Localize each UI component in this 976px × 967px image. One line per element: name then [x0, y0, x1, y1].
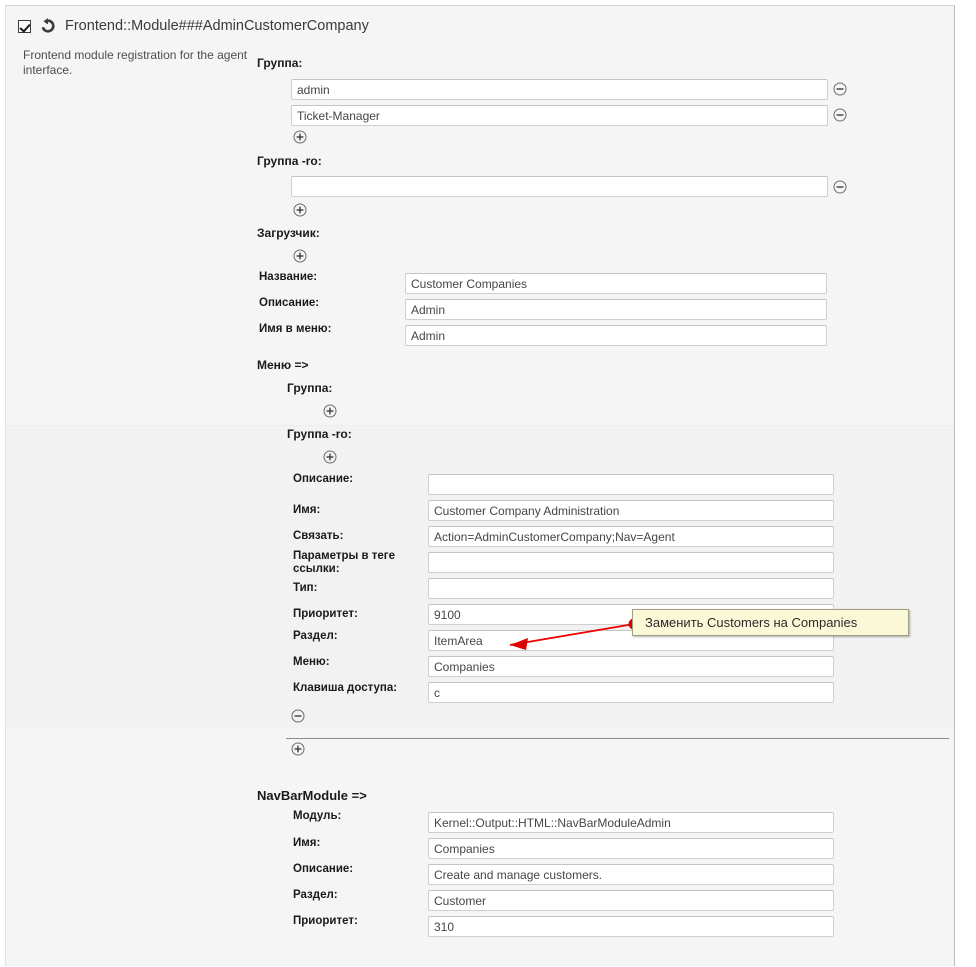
- label-menu-block: Раздел:: [293, 630, 338, 642]
- section-divider: [286, 738, 949, 739]
- field-nav-bar-name[interactable]: [405, 325, 827, 346]
- label-description: Описание:: [259, 297, 320, 309]
- label-menu-description: Описание:: [293, 473, 354, 485]
- field-navbar-name[interactable]: [428, 838, 834, 859]
- label-navbar-name: Имя:: [293, 837, 321, 849]
- remove-group-0-icon[interactable]: [833, 82, 847, 96]
- field-menu-accesskey[interactable]: [428, 682, 834, 703]
- label-menu-type: Тип:: [293, 582, 318, 594]
- label-menu-group-ro: Группа -ro:: [287, 427, 352, 441]
- remove-group-ro-0-icon[interactable]: [833, 180, 847, 194]
- field-description[interactable]: [405, 299, 827, 320]
- group-input-0[interactable]: [291, 79, 828, 100]
- label-menu-link: Связать:: [293, 530, 344, 542]
- settings-panel: Frontend::Module###AdminCustomerCompany …: [5, 5, 955, 966]
- label-menu-group: Группа:: [287, 381, 333, 395]
- remove-group-1-icon[interactable]: [833, 108, 847, 122]
- group-input-1[interactable]: [291, 105, 828, 126]
- label-navbar-description: Описание:: [293, 863, 354, 875]
- module-enabled-checkbox[interactable]: [18, 19, 31, 33]
- group-ro-input-0[interactable]: [291, 176, 828, 197]
- field-menu-nav-bar[interactable]: [428, 656, 834, 677]
- annotation-text: Заменить Customers на Companies: [645, 615, 858, 630]
- label-navbar-block: Раздел:: [293, 889, 338, 901]
- label-group-ro: Группа -ro:: [257, 154, 322, 168]
- label-menu-accesskey: Клавиша доступа:: [293, 682, 398, 694]
- field-navbar-block[interactable]: [428, 890, 834, 911]
- label-menu-prio: Приоритет:: [293, 608, 358, 620]
- add-menu-entry-icon[interactable]: [291, 742, 305, 756]
- field-menu-name[interactable]: [428, 500, 834, 521]
- reset-circular-arrow-icon[interactable]: [40, 18, 56, 34]
- add-menu-group-icon[interactable]: [323, 404, 337, 418]
- module-header: Frontend::Module###AdminCustomerCompany: [18, 18, 369, 34]
- add-loader-icon[interactable]: [293, 249, 307, 263]
- field-title[interactable]: [405, 273, 827, 294]
- field-menu-description[interactable]: [428, 474, 834, 495]
- page-title: Frontend::Module###AdminCustomerCompany: [65, 18, 369, 34]
- label-menu-link-params: Параметры в теге ссылки:: [293, 550, 395, 575]
- label-navbar-prio: Приоритет:: [293, 915, 358, 927]
- label-menu-nav-bar: Меню:: [293, 656, 330, 668]
- add-group-ro-icon[interactable]: [293, 203, 307, 217]
- field-menu-link-params[interactable]: [428, 552, 834, 573]
- field-menu-link[interactable]: [428, 526, 834, 547]
- module-description: Frontend module registration for the age…: [23, 48, 248, 77]
- label-loader: Загрузчик:: [257, 226, 320, 240]
- label-nav-bar-name: Имя в меню:: [259, 323, 332, 335]
- label-menu-name: Имя:: [293, 504, 321, 516]
- add-menu-group-ro-icon[interactable]: [323, 450, 337, 464]
- field-navbar-module[interactable]: [428, 812, 834, 833]
- remove-menu-entry-icon[interactable]: [291, 709, 305, 723]
- heading-navbarmodule: NavBarModule =>: [257, 788, 367, 803]
- field-menu-type[interactable]: [428, 578, 834, 599]
- label-navbar-module: Модуль:: [293, 810, 342, 822]
- heading-menu: Меню =>: [257, 358, 309, 372]
- field-navbar-description[interactable]: [428, 864, 834, 885]
- annotation-callout: Заменить Customers на Companies: [632, 609, 909, 636]
- add-group-icon[interactable]: [293, 130, 307, 144]
- label-group: Группа:: [257, 56, 303, 70]
- field-navbar-prio[interactable]: [428, 916, 834, 937]
- label-title: Название:: [259, 271, 318, 283]
